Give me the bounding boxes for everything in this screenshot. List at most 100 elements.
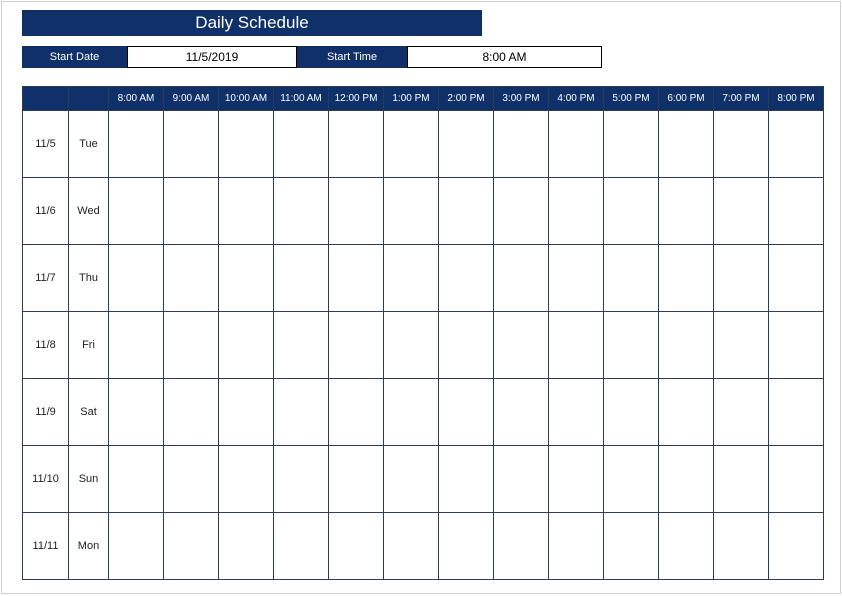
slot-cell[interactable] (769, 178, 824, 245)
slot-cell[interactable] (164, 446, 219, 513)
slot-cell[interactable] (494, 178, 549, 245)
slot-cell[interactable] (549, 111, 604, 178)
slot-cell[interactable] (384, 245, 439, 312)
slot-cell[interactable] (384, 312, 439, 379)
start-time-input[interactable]: 8:00 AM (407, 46, 602, 68)
slot-cell[interactable] (604, 245, 659, 312)
slot-cell[interactable] (769, 446, 824, 513)
slot-cell[interactable] (439, 178, 494, 245)
slot-cell[interactable] (604, 446, 659, 513)
slot-cell[interactable] (164, 111, 219, 178)
slot-cell[interactable] (164, 178, 219, 245)
slot-cell[interactable] (219, 111, 274, 178)
slot-cell[interactable] (439, 245, 494, 312)
slot-cell[interactable] (329, 245, 384, 312)
slot-cell[interactable] (439, 312, 494, 379)
slot-cell[interactable] (219, 178, 274, 245)
slot-cell[interactable] (109, 379, 164, 446)
slot-cell[interactable] (274, 446, 329, 513)
slot-cell[interactable] (549, 513, 604, 580)
slot-cell[interactable] (109, 245, 164, 312)
slot-cell[interactable] (494, 379, 549, 446)
slot-cell[interactable] (714, 513, 769, 580)
slot-cell[interactable] (109, 178, 164, 245)
slot-cell[interactable] (384, 379, 439, 446)
slot-cell[interactable] (549, 178, 604, 245)
slot-cell[interactable] (274, 379, 329, 446)
slot-cell[interactable] (494, 513, 549, 580)
slot-cell[interactable] (714, 312, 769, 379)
slot-cell[interactable] (659, 513, 714, 580)
slot-cell[interactable] (384, 111, 439, 178)
slot-cell[interactable] (769, 312, 824, 379)
slot-cell[interactable] (164, 513, 219, 580)
slot-cell[interactable] (274, 312, 329, 379)
slot-cell[interactable] (439, 379, 494, 446)
slot-cell[interactable] (659, 446, 714, 513)
slot-cell[interactable] (769, 245, 824, 312)
slot-cell[interactable] (274, 513, 329, 580)
slot-cell[interactable] (494, 111, 549, 178)
slot-cell[interactable] (329, 379, 384, 446)
slot-cell[interactable] (329, 178, 384, 245)
slot-cell[interactable] (274, 111, 329, 178)
slot-cell[interactable] (439, 513, 494, 580)
table-row: 11/8 Fri (23, 312, 824, 379)
slot-cell[interactable] (109, 446, 164, 513)
slot-cell[interactable] (164, 312, 219, 379)
slot-cell[interactable] (164, 379, 219, 446)
schedule-grid: 8:00 AM 9:00 AM 10:00 AM 11:00 AM 12:00 … (22, 86, 822, 580)
slot-cell[interactable] (714, 446, 769, 513)
slot-cell[interactable] (659, 312, 714, 379)
start-date-input[interactable]: 11/5/2019 (127, 46, 297, 68)
slot-cell[interactable] (219, 312, 274, 379)
slot-cell[interactable] (659, 178, 714, 245)
slot-cell[interactable] (714, 111, 769, 178)
date-cell: 11/6 (23, 178, 69, 245)
slot-cell[interactable] (109, 111, 164, 178)
slot-cell[interactable] (604, 513, 659, 580)
slot-cell[interactable] (604, 312, 659, 379)
slot-cell[interactable] (329, 312, 384, 379)
slot-cell[interactable] (549, 245, 604, 312)
slot-cell[interactable] (604, 111, 659, 178)
slot-cell[interactable] (384, 446, 439, 513)
slot-cell[interactable] (439, 111, 494, 178)
slot-cell[interactable] (769, 379, 824, 446)
date-cell: 11/11 (23, 513, 69, 580)
slot-cell[interactable] (769, 111, 824, 178)
slot-cell[interactable] (549, 312, 604, 379)
slot-cell[interactable] (274, 245, 329, 312)
slot-cell[interactable] (439, 446, 494, 513)
slot-cell[interactable] (549, 379, 604, 446)
slot-cell[interactable] (274, 178, 329, 245)
slot-cell[interactable] (714, 245, 769, 312)
table-row: 11/7 Thu (23, 245, 824, 312)
slot-cell[interactable] (329, 513, 384, 580)
slot-cell[interactable] (329, 446, 384, 513)
slot-cell[interactable] (659, 111, 714, 178)
slot-cell[interactable] (659, 245, 714, 312)
slot-cell[interactable] (714, 178, 769, 245)
slot-cell[interactable] (494, 312, 549, 379)
slot-cell[interactable] (714, 379, 769, 446)
slot-cell[interactable] (219, 245, 274, 312)
slot-cell[interactable] (219, 446, 274, 513)
slot-cell[interactable] (384, 178, 439, 245)
slot-cell[interactable] (109, 312, 164, 379)
slot-cell[interactable] (659, 379, 714, 446)
slot-cell[interactable] (164, 245, 219, 312)
slot-cell[interactable] (769, 513, 824, 580)
slot-cell[interactable] (549, 446, 604, 513)
slot-cell[interactable] (219, 513, 274, 580)
slot-cell[interactable] (384, 513, 439, 580)
table-row: 11/6 Wed (23, 178, 824, 245)
slot-cell[interactable] (604, 178, 659, 245)
slot-cell[interactable] (494, 446, 549, 513)
slot-cell[interactable] (494, 245, 549, 312)
slot-cell[interactable] (109, 513, 164, 580)
slot-cell[interactable] (329, 111, 384, 178)
time-header: 8:00 AM (109, 87, 164, 111)
slot-cell[interactable] (604, 379, 659, 446)
slot-cell[interactable] (219, 379, 274, 446)
